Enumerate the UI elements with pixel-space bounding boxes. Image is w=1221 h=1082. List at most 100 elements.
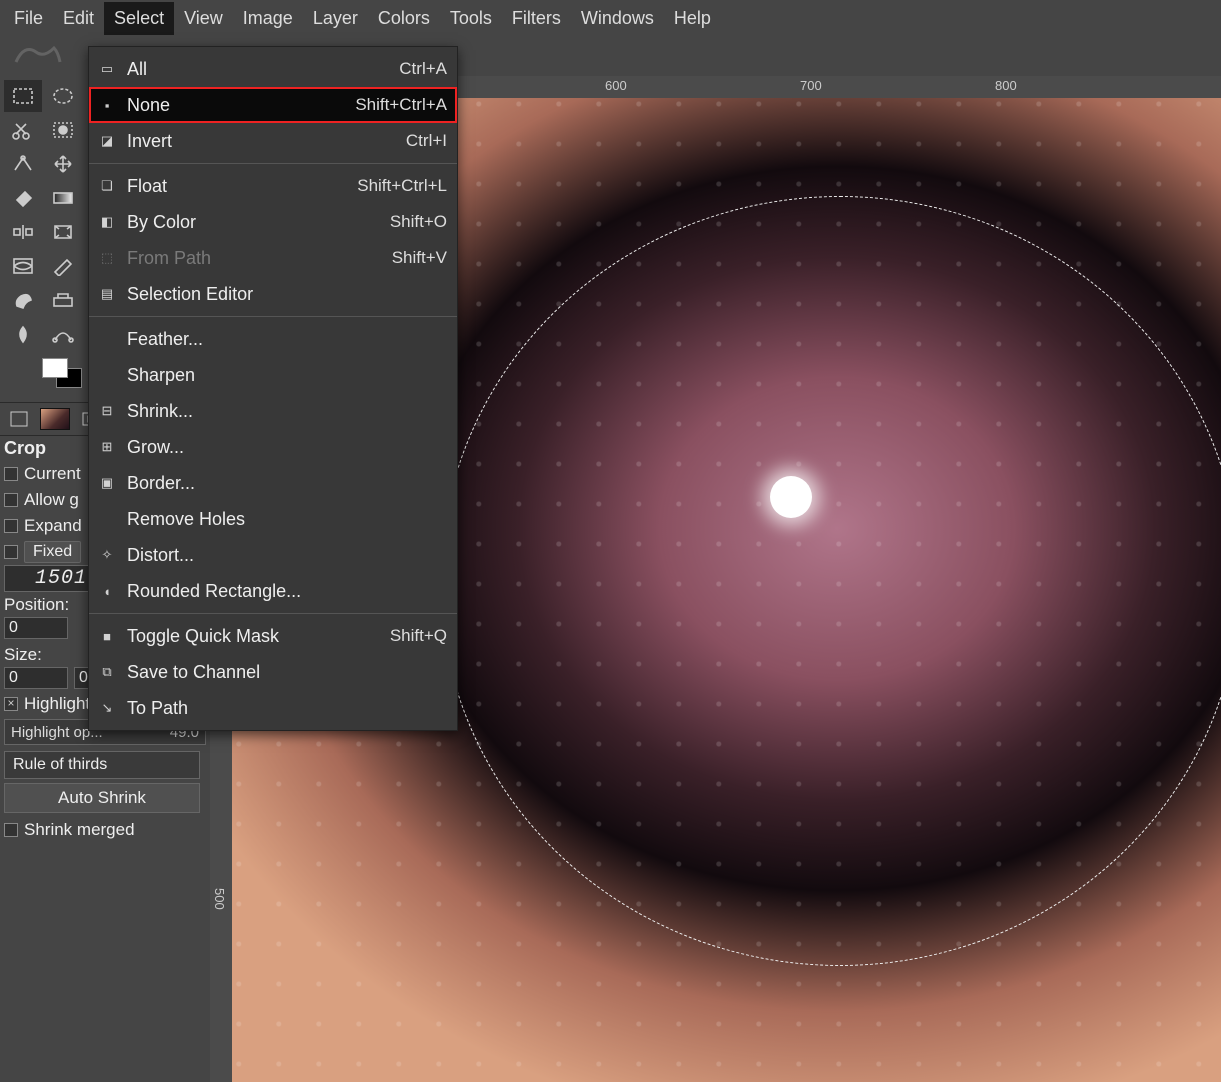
menu-item-shortcut: Ctrl+I: [406, 131, 447, 151]
menu-item-icon: ❏: [97, 178, 117, 194]
menu-item-border[interactable]: ▣Border...: [89, 465, 457, 501]
menu-item-selection-editor[interactable]: ▤ Selection Editor: [89, 276, 457, 312]
opt-shrink-merged: Shrink merged: [24, 820, 135, 840]
menu-help[interactable]: Help: [664, 2, 721, 35]
menu-tools[interactable]: Tools: [440, 2, 502, 35]
menu-item-label: From Path: [127, 248, 211, 269]
chk-allow-growing[interactable]: [4, 493, 18, 507]
tool-ellipse-select[interactable]: [44, 80, 82, 112]
tool-gradient[interactable]: [44, 182, 82, 214]
tool-foreground-select[interactable]: [44, 114, 82, 146]
fixed-combo[interactable]: Fixed: [24, 541, 81, 563]
menu-item-save-to-channel[interactable]: ⧉Save to Channel: [89, 654, 457, 690]
menu-item-shortcut: Ctrl+A: [399, 59, 447, 79]
ruler-h-tick: 600: [605, 78, 627, 93]
chk-fixed[interactable]: [4, 545, 18, 559]
menu-item-all[interactable]: ▭AllCtrl+A: [89, 51, 457, 87]
menu-item-shrink[interactable]: ⊟ Shrink...: [89, 393, 457, 429]
menu-item-label: Border...: [127, 473, 195, 494]
chk-highlight[interactable]: [4, 697, 18, 711]
menu-item-icon: ◪: [97, 133, 117, 149]
tab-tool-options[interactable]: [2, 406, 36, 432]
tool-measure[interactable]: [4, 148, 42, 180]
menu-windows[interactable]: Windows: [571, 2, 664, 35]
menu-item-to-path[interactable]: ↘To Path: [89, 690, 457, 726]
opt-allow-growing: Allow g: [24, 490, 79, 510]
tool-path[interactable]: [44, 318, 82, 350]
menu-filters[interactable]: Filters: [502, 2, 571, 35]
opt-current-layer-only: Current: [24, 464, 81, 484]
menu-item-icon: ✧: [97, 547, 117, 563]
tool-warp[interactable]: [4, 250, 42, 282]
menu-select[interactable]: Select: [104, 2, 174, 35]
tool-rect-select[interactable]: [4, 80, 42, 112]
menu-colors[interactable]: Colors: [368, 2, 440, 35]
menu-item-sharpen[interactable]: Sharpen: [89, 357, 457, 393]
guides-combo[interactable]: Rule of thirds: [4, 751, 200, 779]
menu-item-icon: ▤: [97, 286, 117, 302]
menu-item-shortcut: Shift+O: [390, 212, 447, 232]
menu-item-label: Rounded Rectangle...: [127, 581, 301, 602]
menu-item-label: Selection Editor: [127, 284, 253, 305]
ruler-h-tick: 800: [995, 78, 1017, 93]
tool-bucket-fill[interactable]: [4, 182, 42, 214]
menu-item-shortcut: Shift+Ctrl+A: [355, 95, 447, 115]
menu-item-icon: ⊟: [97, 403, 117, 419]
color-swatches[interactable]: [4, 358, 90, 394]
menu-item-label: Toggle Quick Mask: [127, 626, 279, 647]
menu-image[interactable]: Image: [233, 2, 303, 35]
menu-file[interactable]: File: [4, 2, 53, 35]
menu-item-rounded-rectangle[interactable]: ◖ Rounded Rectangle...: [89, 573, 457, 609]
tool-move[interactable]: [44, 148, 82, 180]
select-menu-dropdown: ▭AllCtrl+A▪NoneShift+Ctrl+A◪InvertCtrl+I…: [88, 46, 458, 731]
toolbox: [0, 74, 86, 354]
menu-item-icon: ◧: [97, 214, 117, 230]
tool-align[interactable]: [4, 216, 42, 248]
menu-item-icon: ⬚: [97, 250, 117, 266]
menu-item-label: Feather...: [127, 329, 203, 350]
elliptical-selection-marquee[interactable]: [440, 196, 1221, 966]
menu-layer[interactable]: Layer: [303, 2, 368, 35]
auto-shrink-button[interactable]: Auto Shrink: [4, 783, 200, 813]
tool-scissors[interactable]: [4, 114, 42, 146]
menu-view[interactable]: View: [174, 2, 233, 35]
tool-transform[interactable]: [44, 216, 82, 248]
tool-mypaint-brush[interactable]: [4, 284, 42, 316]
tab-image-thumbnail[interactable]: [38, 406, 72, 432]
menu-item-icon: ⊞: [97, 439, 117, 455]
menu-item-invert[interactable]: ◪ Invert Ctrl+I: [89, 123, 457, 159]
chk-current-layer[interactable]: [4, 467, 18, 481]
foreground-color[interactable]: [42, 358, 68, 378]
menu-item-label: Float: [127, 176, 167, 197]
opt-highlight: Highlight: [24, 694, 90, 714]
menu-edit[interactable]: Edit: [53, 2, 104, 35]
menu-item-grow[interactable]: ⊞Grow...: [89, 429, 457, 465]
menu-item-label: Remove Holes: [127, 509, 245, 530]
menu-item-toggle-quick-mask[interactable]: ■Toggle Quick MaskShift+Q: [89, 618, 457, 654]
tool-smudge[interactable]: [4, 318, 42, 350]
menubar: File Edit Select View Image Layer Colors…: [0, 0, 1221, 36]
menu-item-icon: ◖: [97, 584, 117, 599]
menu-item-label: None: [127, 95, 170, 116]
menu-item-distort[interactable]: ✧Distort...: [89, 537, 457, 573]
menu-item-icon: ↘: [97, 700, 117, 716]
pos-x-input[interactable]: [4, 617, 68, 639]
fixed-value-input[interactable]: [4, 565, 94, 592]
menu-item-shortcut: Shift+Ctrl+L: [357, 176, 447, 196]
menu-item-by-color[interactable]: ◧By ColorShift+O: [89, 204, 457, 240]
menu-item-float[interactable]: ❏ Float Shift+Ctrl+L: [89, 168, 457, 204]
menu-item-label: Save to Channel: [127, 662, 260, 683]
menu-item-shortcut: Shift+V: [392, 248, 447, 268]
tool-pencil[interactable]: [44, 250, 82, 282]
menu-item-label: Invert: [127, 131, 172, 152]
menu-item-label: Shrink...: [127, 401, 193, 422]
tool-clone[interactable]: [44, 284, 82, 316]
ruler-v-tick: 500: [212, 888, 227, 910]
chk-shrink-merged[interactable]: [4, 823, 18, 837]
menu-item-remove-holes[interactable]: Remove Holes: [89, 501, 457, 537]
chk-expand[interactable]: [4, 519, 18, 533]
menu-item-none[interactable]: ▪NoneShift+Ctrl+A: [89, 87, 457, 123]
menu-item-feather[interactable]: Feather...: [89, 321, 457, 357]
menu-item-icon: ▭: [97, 61, 117, 77]
size-w-input[interactable]: [4, 667, 68, 689]
